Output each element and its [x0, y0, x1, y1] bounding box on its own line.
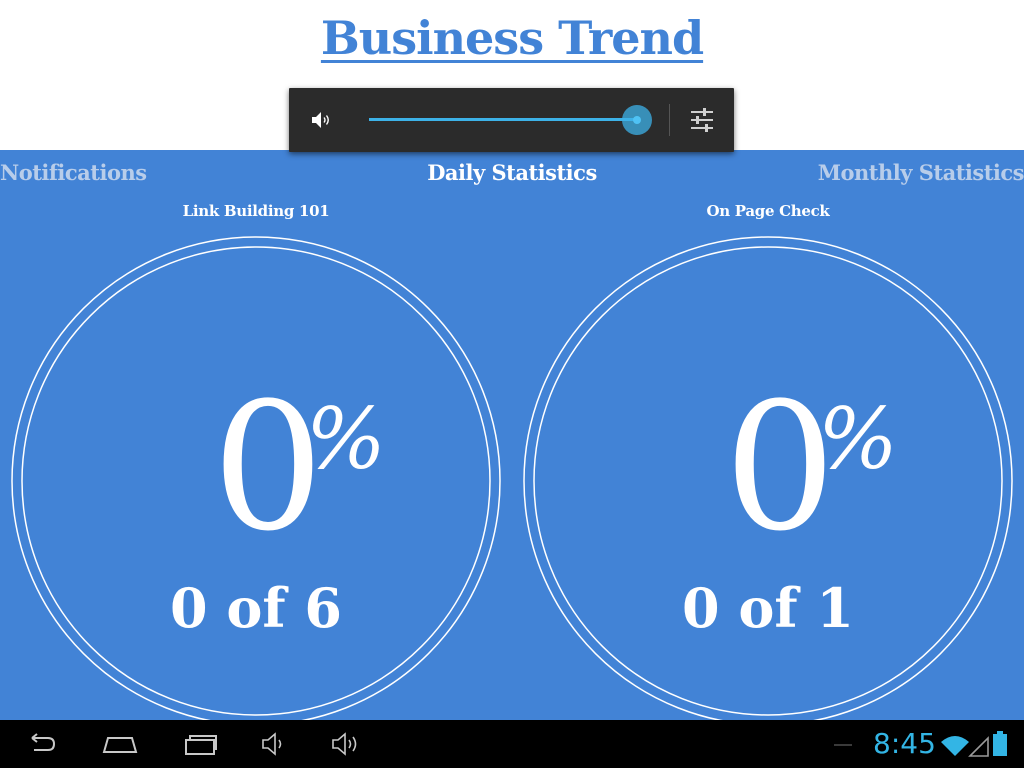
progress-count: 0 of 1 — [682, 576, 854, 640]
home-icon[interactable] — [100, 730, 140, 758]
battery-icon — [993, 731, 1007, 756]
speaker-volume-icon[interactable] — [309, 108, 333, 132]
wifi-icon — [941, 736, 969, 756]
back-icon[interactable] — [22, 730, 58, 758]
tab-monthly-statistics[interactable]: Monthly Statistics — [818, 156, 1024, 190]
card-title: On Page Check — [706, 202, 830, 220]
percent-sign: % — [818, 390, 898, 488]
percent-sign: % — [306, 390, 386, 488]
stat-card-link-building[interactable]: Link Building 101 0 % 0 of 6 — [0, 198, 512, 726]
app-title: Business Trend — [0, 6, 1024, 70]
volume-divider — [669, 104, 670, 136]
volume-down-icon[interactable] — [260, 730, 290, 758]
card-title: Link Building 101 — [182, 202, 330, 220]
app-title-text: Business Trend — [320, 11, 704, 65]
status-clock[interactable]: 8:45 — [873, 726, 936, 762]
volume-slider-thumb[interactable] — [622, 105, 652, 135]
app-screen: Business Trend Notifications Daily Stati… — [0, 0, 1024, 768]
system-navigation-bar: 8:45 — [0, 720, 1024, 768]
signal-icon — [968, 736, 989, 757]
volume-up-icon[interactable] — [330, 730, 364, 758]
notification-dash — [834, 744, 852, 746]
volume-slider-track[interactable] — [369, 118, 637, 121]
progress-count: 0 of 6 — [170, 576, 342, 640]
recent-apps-icon[interactable] — [182, 730, 220, 758]
volume-popup — [289, 88, 734, 152]
statistics-content: Notifications Daily Statistics Monthly S… — [0, 150, 1024, 726]
stat-card-on-page-check[interactable]: On Page Check 0 % 0 of 1 — [512, 198, 1024, 726]
sliders-settings-icon[interactable] — [689, 106, 715, 134]
